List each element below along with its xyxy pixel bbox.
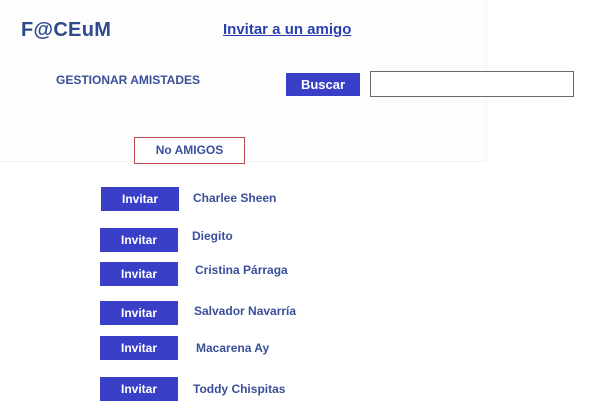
non-friends-filter[interactable]: No AMIGOS bbox=[134, 137, 245, 164]
invite-button[interactable]: Invitar bbox=[100, 377, 178, 401]
person-name: Diegito bbox=[192, 229, 233, 243]
manage-friendships-title: GESTIONAR AMISTADES bbox=[56, 73, 201, 87]
person-name: Salvador Navarría bbox=[194, 304, 297, 318]
search-input[interactable] bbox=[370, 71, 574, 97]
search-button[interactable]: Buscar bbox=[286, 73, 360, 96]
person-name: Macarena Ay bbox=[196, 341, 270, 355]
invite-button[interactable]: Invitar bbox=[100, 228, 178, 252]
invite-friend-link[interactable]: Invitar a un amigo bbox=[223, 21, 351, 38]
site-logo: F@CEuM bbox=[21, 19, 112, 41]
invite-button[interactable]: Invitar bbox=[100, 336, 178, 360]
invite-button[interactable]: Invitar bbox=[100, 301, 178, 325]
person-name: Charlee Sheen bbox=[193, 191, 277, 205]
person-name: Cristina Párraga bbox=[195, 263, 288, 277]
person-name: Toddy Chispitas bbox=[193, 382, 286, 396]
invite-button[interactable]: Invitar bbox=[100, 262, 178, 286]
invite-button[interactable]: Invitar bbox=[101, 187, 179, 211]
